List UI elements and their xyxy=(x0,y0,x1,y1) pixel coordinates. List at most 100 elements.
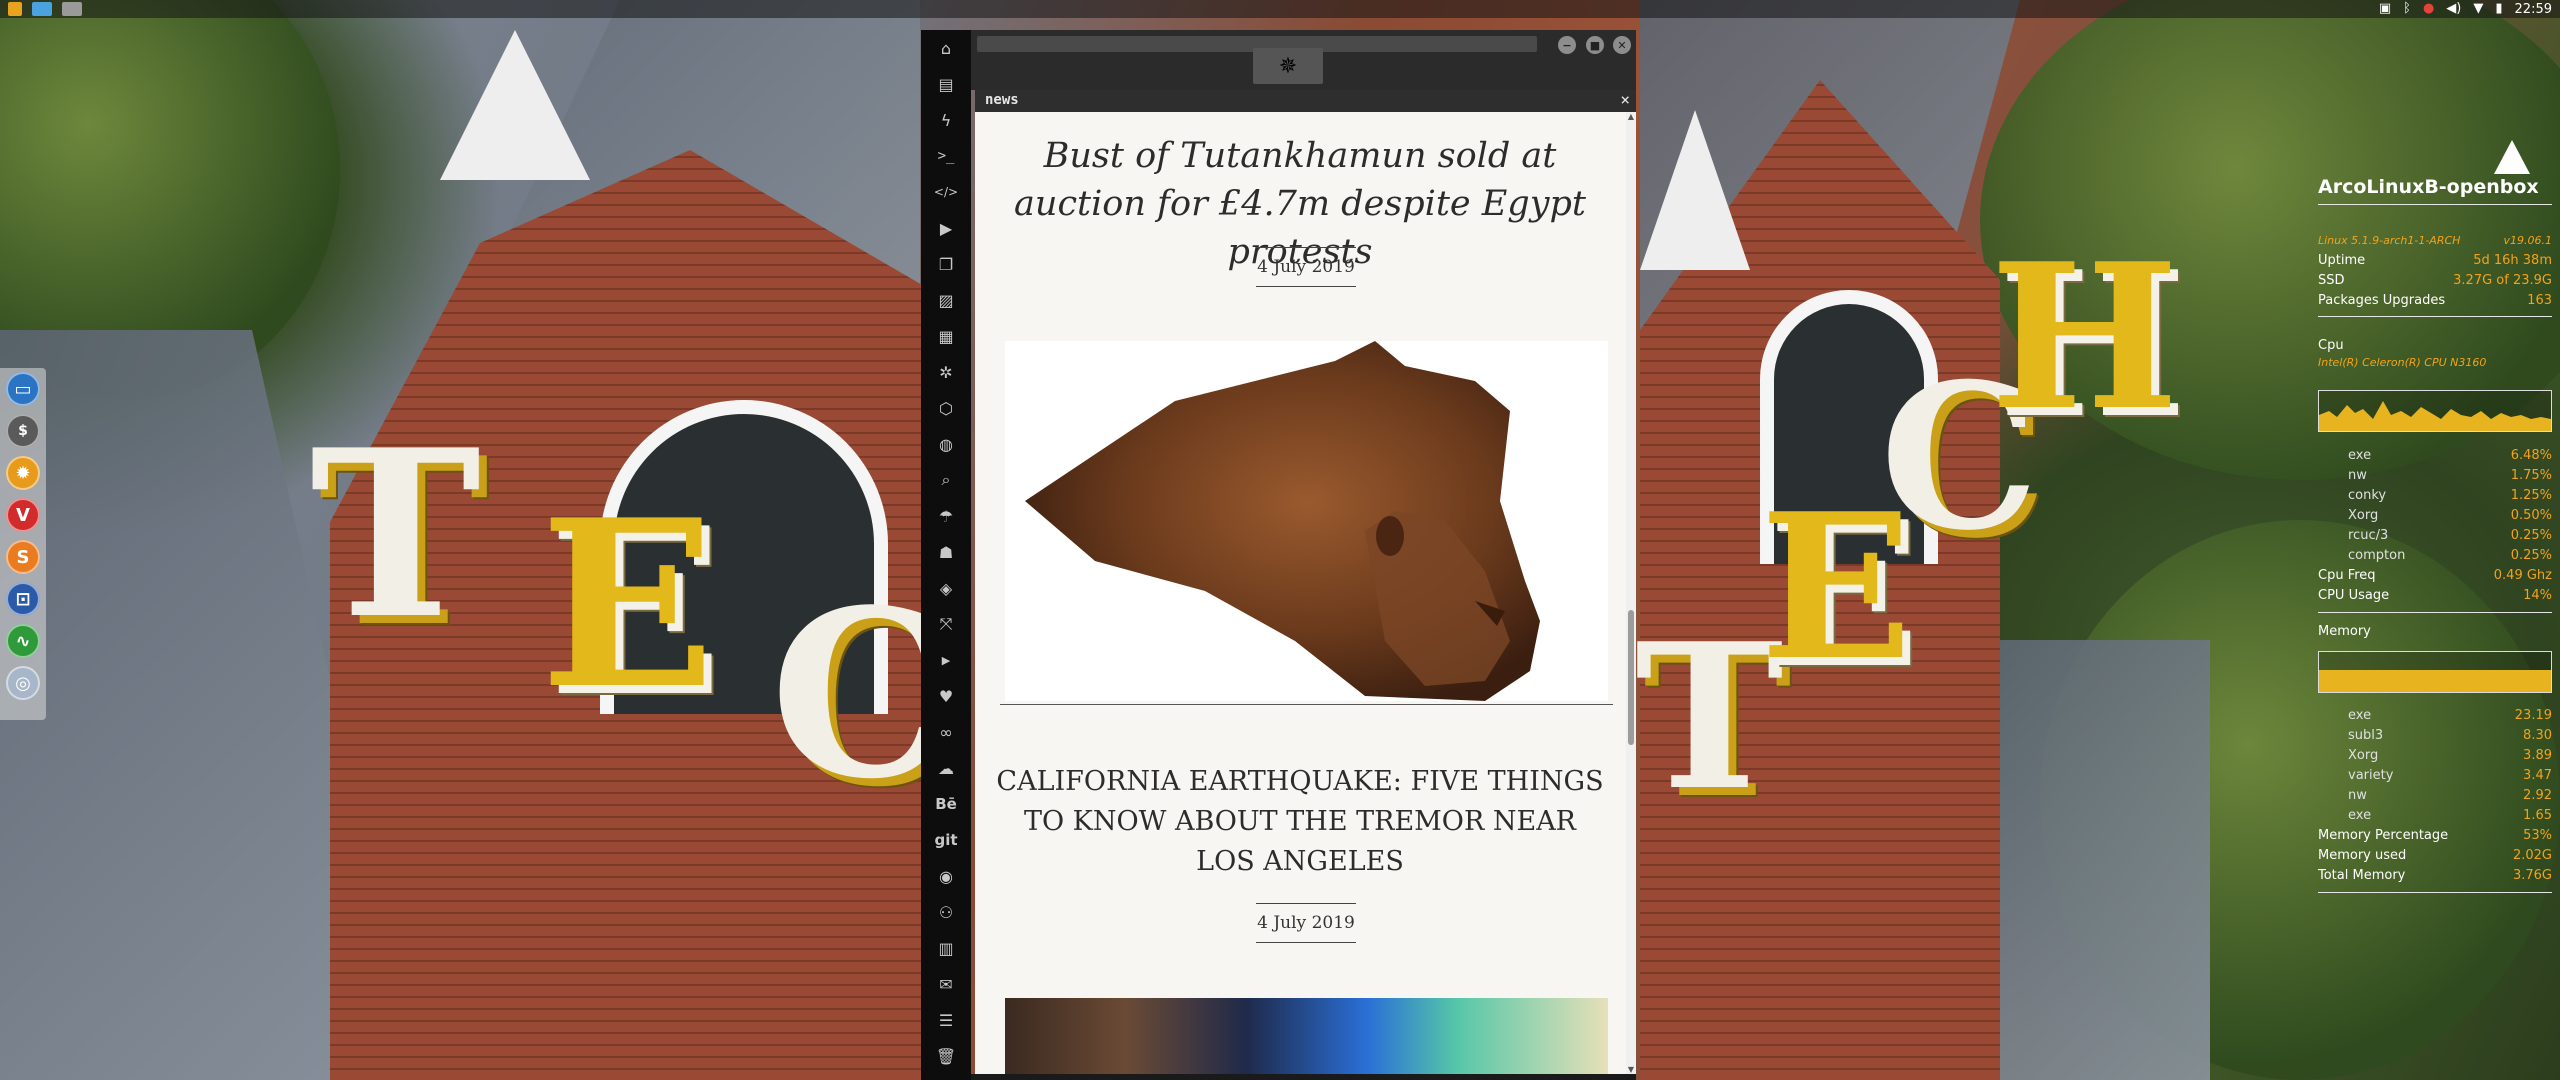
process-name: nw xyxy=(2348,788,2367,803)
gear-icon[interactable]: ✲ xyxy=(921,354,971,390)
process-value: 1.75% xyxy=(2510,468,2552,483)
kernel-row: Linux 5.1.9-arch1-1-ARCH v19.06.1 xyxy=(2318,234,2552,250)
article-title[interactable]: CALIFORNIA EARTHQUAKE: FIVE THINGS TO KN… xyxy=(995,762,1605,882)
close-button[interactable]: ✕ xyxy=(1613,36,1631,54)
screenshot-app-icon[interactable]: ⊡ xyxy=(6,582,40,616)
mem-pct-value: 53% xyxy=(2523,828,2552,843)
git-icon[interactable]: git xyxy=(921,822,971,858)
battery-icon[interactable]: ▮ xyxy=(2495,0,2502,18)
memory-header-row: Memory xyxy=(2318,624,2552,640)
card-icon[interactable]: ▦ xyxy=(921,318,971,354)
umbrella-icon[interactable]: ☂ xyxy=(921,498,971,534)
kernel-value: Linux 5.1.9-arch1-1-ARCH xyxy=(2318,234,2461,247)
bluetooth-icon[interactable]: ᛒ xyxy=(2403,0,2411,18)
panel-clock[interactable]: 22:59 xyxy=(2515,2,2552,17)
system-tray: ▣ ᛒ ● ◀) ▼ ▮ 22:59 xyxy=(2379,0,2552,18)
wifi-icon[interactable]: ▼ xyxy=(2473,0,2483,18)
settings-app-icon[interactable]: ✹ xyxy=(6,456,40,490)
terminal-launcher-icon[interactable] xyxy=(8,2,22,16)
expand-icon[interactable]: ⤧ xyxy=(921,606,971,642)
contact-icon[interactable]: ☗ xyxy=(921,534,971,570)
mem-total-value: 3.76G xyxy=(2512,868,2552,883)
infinity-icon[interactable]: ∞ xyxy=(921,714,971,750)
maximize-button[interactable]: ■ xyxy=(1586,36,1604,54)
process-name: compton xyxy=(2348,548,2406,563)
process-value: 3.89 xyxy=(2523,748,2552,763)
terminal-icon[interactable]: >_ xyxy=(921,138,971,174)
vivaldi-browser-icon[interactable]: V xyxy=(6,498,40,532)
mem-pct-row: Memory Percentage 53% xyxy=(2318,828,2552,844)
cpu-label: Cpu xyxy=(2318,338,2344,353)
network-icon[interactable]: ⚇ xyxy=(921,894,971,930)
news-tab-bar: news × xyxy=(975,90,1636,112)
article-date: 4 July 2019 xyxy=(1256,903,1356,943)
behance-icon[interactable]: Bē xyxy=(921,786,971,822)
conky-separator xyxy=(2318,204,2552,205)
cpu-process-row: compton 0.25% xyxy=(2318,548,2552,564)
window-manager-icon[interactable]: ▭ xyxy=(6,372,40,406)
system-monitor-icon[interactable]: ∿ xyxy=(6,624,40,658)
image-icon[interactable]: ▨ xyxy=(921,282,971,318)
minimize-button[interactable]: − xyxy=(1558,36,1576,54)
news-scrollbar[interactable]: ▲ ▼ xyxy=(1626,112,1636,1074)
window-titlebar[interactable]: ✵ − ■ ✕ xyxy=(971,30,1636,90)
mem-process-row: exe 23.19 xyxy=(2318,708,2552,724)
youtube-icon[interactable]: ▶ xyxy=(921,642,971,678)
network-app-icon[interactable]: ◎ xyxy=(6,666,40,700)
packages-value: 163 xyxy=(2527,293,2552,308)
home-icon[interactable]: ⌂ xyxy=(921,30,971,66)
process-value: 3.47 xyxy=(2523,768,2552,783)
mem-used-label: Memory used xyxy=(2318,848,2407,863)
window-bottom-edge xyxy=(971,1074,1636,1080)
volume-icon[interactable]: ◀) xyxy=(2446,0,2461,18)
cpu-usage-value: 14% xyxy=(2523,588,2552,603)
process-value: 2.92 xyxy=(2523,788,2552,803)
update-icon[interactable]: ● xyxy=(2423,0,2434,18)
trash-icon[interactable]: 🗑 xyxy=(921,1038,971,1074)
globe-icon[interactable]: ◍ xyxy=(921,426,971,462)
version-value: v19.06.1 xyxy=(2503,234,2553,247)
github-icon[interactable]: ◉ xyxy=(921,858,971,894)
conky-separator xyxy=(2318,892,2552,893)
dollar-app-icon[interactable]: $ xyxy=(6,414,40,448)
scrollbar-thumb[interactable] xyxy=(1628,610,1634,745)
packages-label: Packages Upgrades xyxy=(2318,293,2446,308)
lightning-icon[interactable]: ϟ xyxy=(921,102,971,138)
process-value: 0.50% xyxy=(2510,508,2552,523)
conky-separator xyxy=(2318,316,2552,317)
tab-close-icon[interactable]: × xyxy=(1620,90,1630,109)
scroll-up-icon[interactable]: ▲ xyxy=(1626,112,1636,121)
mem-used-row: Memory used 2.02G xyxy=(2318,848,2552,864)
tab-news[interactable]: news xyxy=(985,92,1019,108)
diamond-icon[interactable]: ◈ xyxy=(921,570,971,606)
sublime-text-icon[interactable]: S xyxy=(6,540,40,574)
memory-graph xyxy=(2318,651,2552,693)
copy-icon[interactable]: ❐ xyxy=(921,246,971,282)
article-image[interactable] xyxy=(1005,998,1608,1074)
hexagon-icon[interactable]: ⬡ xyxy=(921,390,971,426)
folder-launcher-icon[interactable] xyxy=(32,2,52,16)
server-icon[interactable]: ☰ xyxy=(921,1002,971,1038)
cpu-process-row: rcuc/3 0.25% xyxy=(2318,528,2552,544)
search-icon[interactable]: ⌕ xyxy=(921,462,971,498)
cloud-icon[interactable]: ☁ xyxy=(921,750,971,786)
wallpaper-sign-letter: H xyxy=(1990,220,2179,455)
map-icon[interactable]: ▥ xyxy=(921,930,971,966)
photo-icon[interactable]: ▣ xyxy=(2379,0,2391,18)
cpu-graph-plot xyxy=(2319,401,2551,431)
process-value: 0.25% xyxy=(2510,548,2552,563)
uptime-label: Uptime xyxy=(2318,253,2366,268)
article-title[interactable]: Bust of Tutankhamun sold at auction for … xyxy=(995,132,1605,276)
app-launcher-icon[interactable] xyxy=(62,2,82,16)
play-icon[interactable]: ▶ xyxy=(921,210,971,246)
process-value: 6.48% xyxy=(2510,448,2552,463)
code-icon[interactable]: </> xyxy=(921,174,971,210)
document-icon[interactable]: ▤ xyxy=(921,66,971,102)
news-feed[interactable]: Bust of Tutankhamun sold at auction for … xyxy=(975,112,1626,1074)
heart-icon[interactable]: ♥ xyxy=(921,678,971,714)
process-value: 23.19 xyxy=(2514,708,2552,723)
process-name: subl3 xyxy=(2348,728,2384,743)
scroll-down-icon[interactable]: ▼ xyxy=(1626,1065,1636,1074)
article-image[interactable] xyxy=(1005,341,1608,701)
mail-icon[interactable]: ✉ xyxy=(921,966,971,1002)
